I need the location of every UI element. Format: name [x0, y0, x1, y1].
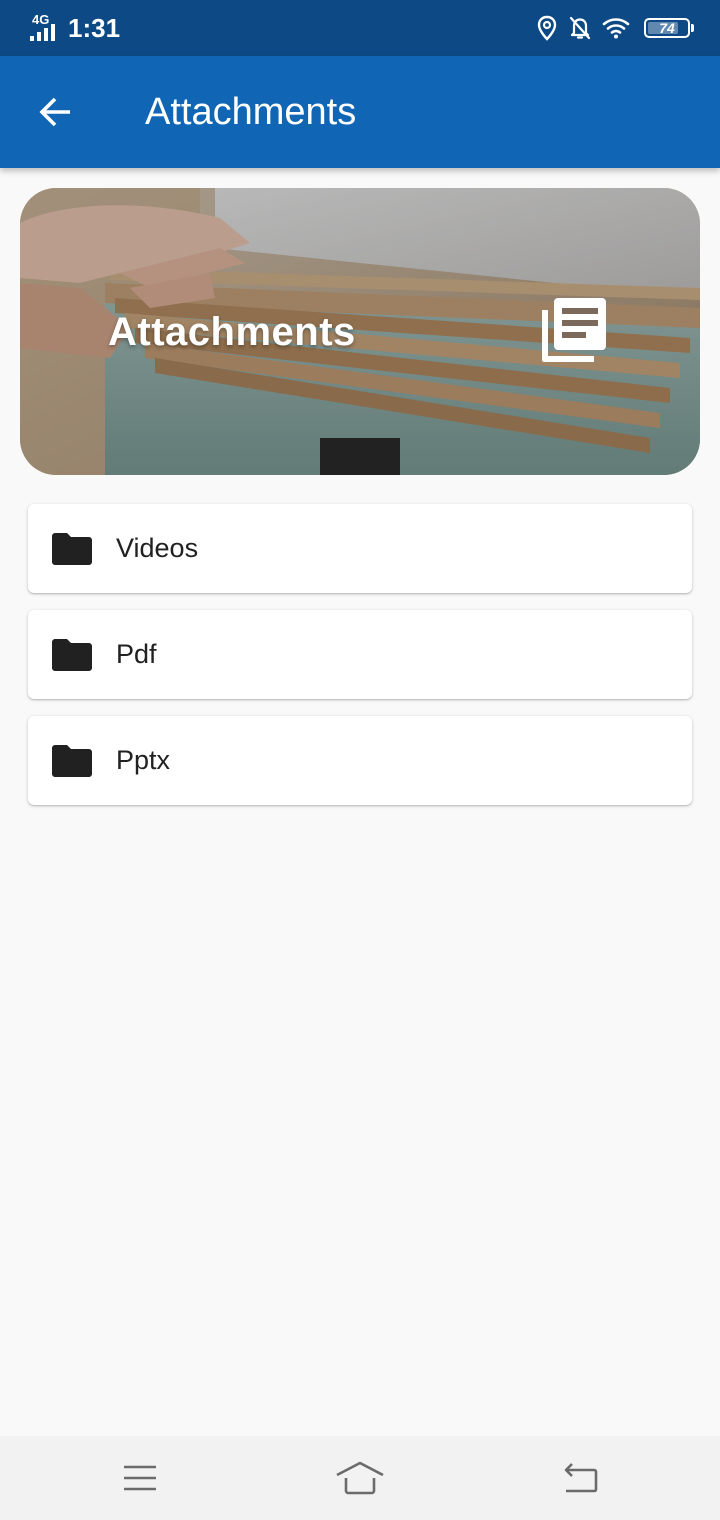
folder-item-pdf[interactable]: Pdf: [28, 610, 692, 699]
arrow-back-icon: [39, 97, 70, 127]
folder-label: Videos: [116, 533, 199, 563]
status-left: 4G 1:31: [30, 12, 120, 44]
attachments-banner: Attachments: [20, 188, 700, 475]
status-bar: 4G 1:31 74: [0, 0, 720, 56]
folder-item-videos[interactable]: Videos: [28, 504, 692, 593]
battery-level: 74: [659, 20, 675, 36]
folder-item-pptx[interactable]: Pptx: [28, 716, 692, 805]
folder-icon: [52, 533, 92, 565]
banner-title: Attachments: [108, 310, 356, 354]
home-button[interactable]: [332, 1454, 388, 1502]
menu-icon: [124, 1465, 156, 1491]
back-button[interactable]: [26, 82, 86, 142]
home-icon: [336, 1461, 384, 1495]
clock: 1:31: [68, 13, 121, 43]
return-icon: [564, 1463, 598, 1493]
page-title: Attachments: [145, 91, 357, 133]
app-bar: Attachments: [0, 56, 720, 168]
battery-icon: 74: [644, 18, 694, 38]
library-books-icon: [542, 298, 606, 362]
back-nav-button[interactable]: [552, 1454, 608, 1502]
folder-label: Pdf: [116, 639, 157, 669]
folder-list: Videos Pdf Pptx: [28, 504, 692, 822]
status-right: 74: [536, 12, 694, 44]
notifications-off-icon: [569, 16, 591, 40]
wifi-icon: [602, 18, 630, 39]
signal-icon: 4G: [30, 13, 62, 43]
recents-button[interactable]: [112, 1454, 168, 1502]
folder-icon: [52, 745, 92, 777]
location-icon: [537, 15, 557, 41]
folder-icon: [52, 639, 92, 671]
system-nav-bar: [0, 1436, 720, 1520]
folder-label: Pptx: [116, 745, 171, 775]
